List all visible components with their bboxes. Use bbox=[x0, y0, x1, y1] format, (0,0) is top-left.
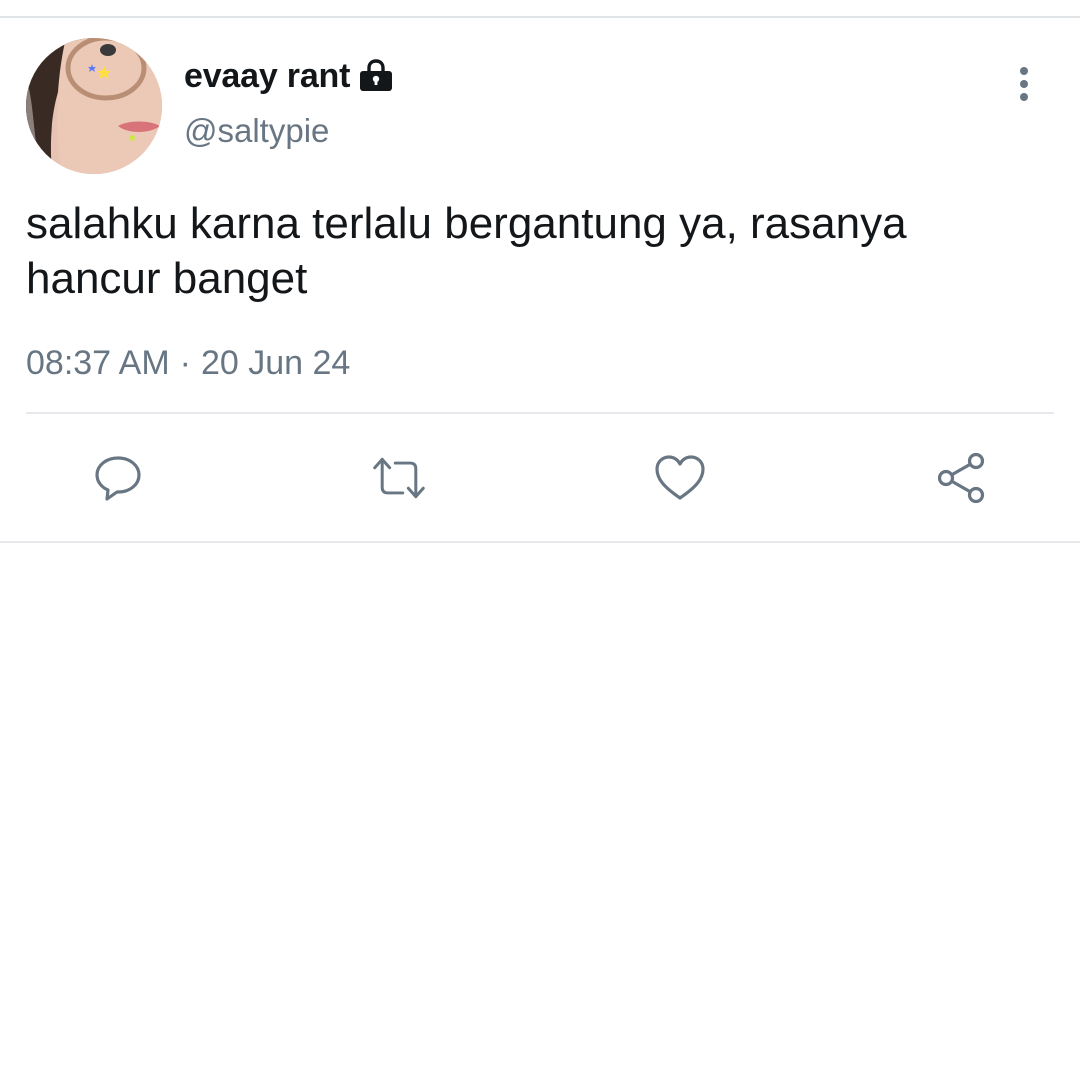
more-vertical-icon bbox=[1020, 67, 1028, 101]
display-name-row: evaay rant bbox=[184, 54, 394, 98]
tweet-card: evaay rant @saltypie salahku karna terla… bbox=[0, 18, 1080, 542]
timestamp-separator: · bbox=[179, 344, 191, 382]
avatar-image bbox=[26, 38, 162, 174]
tweet-date: 20 Jun 24 bbox=[200, 344, 351, 382]
retweet-button[interactable] bbox=[371, 450, 427, 506]
tweet-text: salahku karna terlalu bergantung ya, ras… bbox=[26, 199, 907, 303]
reply-icon bbox=[95, 456, 141, 501]
heart-icon bbox=[655, 455, 705, 500]
retweet-icon bbox=[373, 457, 425, 499]
bottom-divider bbox=[0, 541, 1080, 543]
user-handle[interactable]: @saltypie bbox=[184, 112, 329, 150]
share-icon bbox=[937, 452, 985, 504]
reply-button[interactable] bbox=[90, 450, 146, 506]
lock-icon bbox=[358, 58, 394, 94]
tweet-time: 08:37 AM bbox=[26, 344, 170, 382]
more-options-button[interactable] bbox=[1004, 64, 1044, 104]
like-button[interactable] bbox=[652, 450, 708, 506]
display-name[interactable]: evaay rant bbox=[184, 57, 350, 96]
avatar[interactable] bbox=[26, 38, 162, 174]
share-button[interactable] bbox=[934, 450, 990, 506]
actions-divider bbox=[26, 412, 1054, 414]
timestamp-row: 08:37 AM · 20 Jun 24 bbox=[26, 344, 350, 383]
